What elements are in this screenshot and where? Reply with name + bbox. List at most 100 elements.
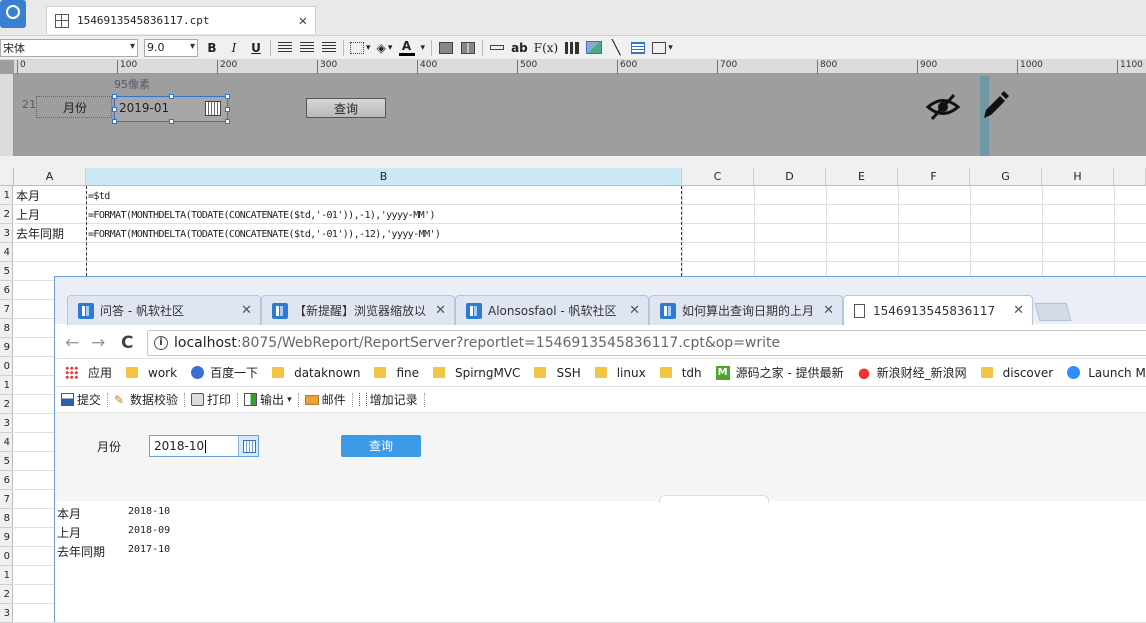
row-header[interactable]: 3: [0, 604, 13, 623]
row-header[interactable]: 3: [0, 414, 13, 433]
forward-arrow-icon[interactable]: →: [91, 333, 105, 353]
resize-handle[interactable]: [169, 94, 174, 99]
row-header[interactable]: 5: [0, 452, 13, 471]
calendar-icon[interactable]: [238, 436, 258, 456]
row-header[interactable]: 6: [0, 281, 13, 300]
close-tab-icon[interactable]: ✕: [241, 303, 252, 318]
resize-handle[interactable]: [225, 94, 230, 99]
bookmark-fine[interactable]: fine: [374, 366, 419, 380]
select-all-corner[interactable]: [0, 168, 14, 186]
insert-formula-button[interactable]: F(x): [534, 39, 558, 57]
resize-handle[interactable]: [112, 94, 117, 99]
bold-button[interactable]: B: [204, 39, 220, 57]
row-header[interactable]: 1: [0, 186, 13, 205]
italic-button[interactable]: I: [226, 39, 242, 57]
collapse-pane-handle[interactable]: [659, 495, 769, 503]
column-header-c[interactable]: C: [682, 168, 754, 186]
new-tab-button[interactable]: [1034, 303, 1072, 321]
insert-image-button[interactable]: [586, 39, 603, 57]
browser-tab-1[interactable]: 问答 - 帆软社区 ✕: [67, 295, 261, 325]
design-query-button[interactable]: 查询: [306, 98, 386, 118]
browser-tab-4[interactable]: 如何算出查询日期的上月 ✕: [649, 295, 843, 325]
email-button[interactable]: 邮件: [299, 392, 353, 407]
export-button[interactable]: 输出 ▾: [238, 392, 299, 407]
cell-a3[interactable]: 去年同期: [16, 225, 64, 244]
resize-handle[interactable]: [112, 119, 117, 124]
merge-cells-button[interactable]: [438, 39, 454, 57]
close-tab-icon[interactable]: ✕: [435, 303, 446, 318]
row-header[interactable]: 3: [0, 224, 13, 243]
column-header-b[interactable]: B: [86, 168, 682, 186]
url-input[interactable]: i localhost:8075/WebReport/ReportServer?…: [147, 330, 1146, 356]
row-header[interactable]: 6: [0, 471, 13, 490]
back-arrow-icon[interactable]: ←: [65, 333, 79, 353]
browser-tab-3[interactable]: Alonsosfaol - 帆软社区 ✕: [455, 295, 649, 325]
row-header[interactable]: 2: [0, 585, 13, 604]
row-header[interactable]: 2: [0, 205, 13, 224]
row-header[interactable]: 4: [0, 433, 13, 452]
insert-formula-bar-button[interactable]: [489, 39, 505, 57]
submit-button[interactable]: 提交: [55, 392, 109, 407]
row-header[interactable]: 4: [0, 243, 13, 262]
cell-a1[interactable]: 本月: [16, 187, 40, 206]
row-header[interactable]: 8: [0, 319, 13, 338]
cell-b1[interactable]: =$td: [88, 187, 110, 206]
browser-tab-active[interactable]: 1546913545836117 ✕: [843, 295, 1033, 325]
bookmark-dataknown[interactable]: dataknown: [272, 366, 360, 380]
bookmark-apps[interactable]: 应用: [65, 364, 112, 381]
row-header[interactable]: 9: [0, 338, 13, 357]
border-button[interactable]: ▾: [350, 39, 371, 57]
row-header[interactable]: 9: [0, 528, 13, 547]
row-header[interactable]: 0: [0, 547, 13, 566]
cell-b3[interactable]: =FORMAT(MONTHDELTA(TODATE(CONCATENATE($t…: [88, 225, 441, 244]
align-center-button[interactable]: [299, 39, 315, 57]
print-button[interactable]: 打印: [185, 392, 239, 407]
bookmark-ssh[interactable]: SSH: [534, 366, 581, 380]
column-header-i[interactable]: [1114, 168, 1146, 186]
column-header-e[interactable]: E: [826, 168, 898, 186]
column-header-h[interactable]: H: [1042, 168, 1114, 186]
split-cells-button[interactable]: [460, 39, 476, 57]
resize-handle[interactable]: [225, 107, 230, 112]
underline-button[interactable]: U: [248, 39, 264, 57]
insert-text-button[interactable]: ab: [511, 39, 528, 57]
bookmark-tdh[interactable]: tdh: [659, 366, 702, 380]
fill-color-button[interactable]: ◈ ▾: [377, 39, 393, 57]
insert-float-button[interactable]: ▾: [652, 39, 673, 57]
reload-icon[interactable]: C: [121, 333, 133, 353]
report-date-input[interactable]: 2018-10: [149, 435, 259, 457]
bookmark-linux[interactable]: linux: [594, 366, 646, 380]
bookmark-work[interactable]: work: [126, 366, 177, 380]
row-header[interactable]: 5: [0, 262, 13, 281]
month-param-label[interactable]: 月份: [36, 96, 112, 118]
close-tab-icon[interactable]: ✕: [823, 303, 834, 318]
edit-pencil-icon[interactable]: [978, 90, 1010, 122]
date-param-widget[interactable]: 2019-01: [112, 94, 230, 124]
bookmark-launch[interactable]: Launch M: [1067, 366, 1146, 380]
font-name-select[interactable]: 宋体 ▾: [0, 38, 138, 57]
column-header-g[interactable]: G: [970, 168, 1042, 186]
resize-handle[interactable]: [169, 119, 174, 124]
bookmark-codehome[interactable]: M 源码之家 - 提供最新: [715, 364, 844, 381]
insert-chart-button[interactable]: [564, 39, 580, 57]
slash-cell-button[interactable]: ╲: [608, 39, 624, 57]
insert-subreport-button[interactable]: [630, 39, 646, 57]
file-tab[interactable]: 1546913545836117.cpt ✕: [46, 6, 316, 34]
designer-logo-icon[interactable]: [0, 0, 26, 28]
font-size-select[interactable]: 9.0 ▾: [144, 38, 198, 57]
bookmark-discover[interactable]: discover: [980, 366, 1053, 380]
info-icon[interactable]: i: [154, 336, 168, 350]
close-tab-icon[interactable]: ✕: [1013, 303, 1024, 318]
bookmark-sina[interactable]: 新浪财经_新浪网: [857, 364, 967, 381]
row-header[interactable]: 2: [0, 395, 13, 414]
row-header[interactable]: 1: [0, 376, 13, 395]
add-record-button[interactable]: 增加记录: [353, 392, 425, 407]
row-header[interactable]: 0: [0, 357, 13, 376]
hide-eye-icon[interactable]: [926, 92, 960, 122]
row-header[interactable]: 8: [0, 509, 13, 528]
resize-handle[interactable]: [112, 107, 117, 112]
close-tab-icon[interactable]: ✕: [629, 303, 640, 318]
row-header[interactable]: 7: [0, 490, 13, 509]
text-color-button[interactable]: A: [398, 39, 415, 56]
row-header[interactable]: 1: [0, 566, 13, 585]
